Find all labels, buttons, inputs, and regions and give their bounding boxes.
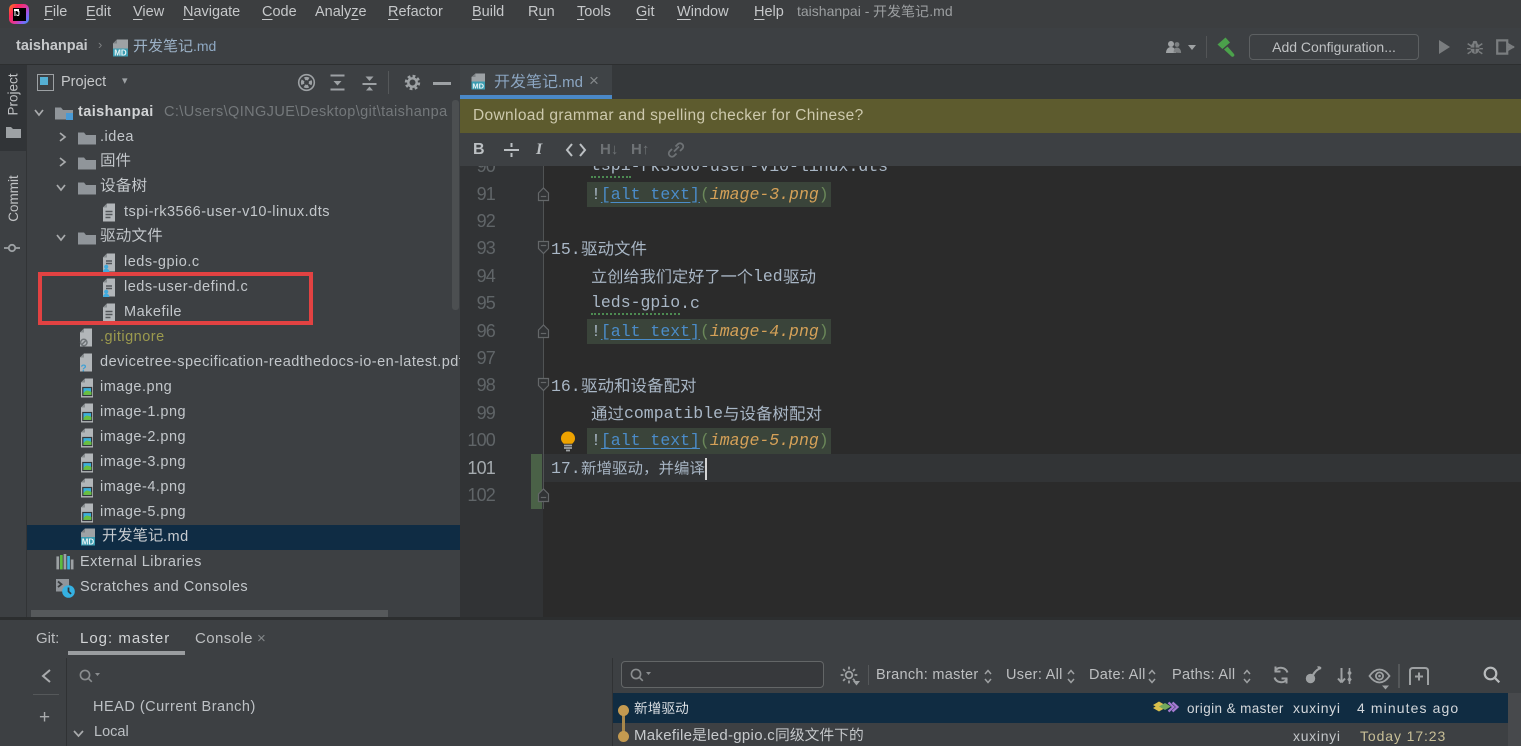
svg-text:MD: MD (82, 538, 95, 547)
svg-text:?: ? (81, 364, 87, 373)
svg-text:MD: MD (472, 82, 484, 91)
svg-text:MD: MD (114, 49, 127, 58)
